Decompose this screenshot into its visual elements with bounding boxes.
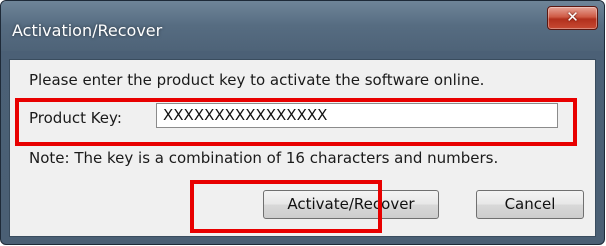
close-icon: ✕	[566, 8, 579, 26]
product-key-input[interactable]: XXXXXXXXXXXXXXXX	[156, 103, 558, 128]
instruction-text: Please enter the product key to activate…	[29, 71, 485, 89]
title-bar[interactable]: Activation/Recover ✕	[1, 1, 604, 51]
activation-dialog: Activation/Recover ✕ Please enter the pr…	[0, 0, 605, 245]
close-button[interactable]: ✕	[547, 6, 598, 30]
dialog-body: Please enter the product key to activate…	[9, 59, 596, 237]
cancel-button[interactable]: Cancel	[476, 190, 584, 219]
product-key-label: Product Key:	[29, 109, 122, 127]
activate-recover-button[interactable]: Activate/Recover	[263, 190, 439, 219]
window-title: Activation/Recover	[12, 21, 163, 40]
key-format-note: Note: The key is a combination of 16 cha…	[29, 149, 499, 167]
